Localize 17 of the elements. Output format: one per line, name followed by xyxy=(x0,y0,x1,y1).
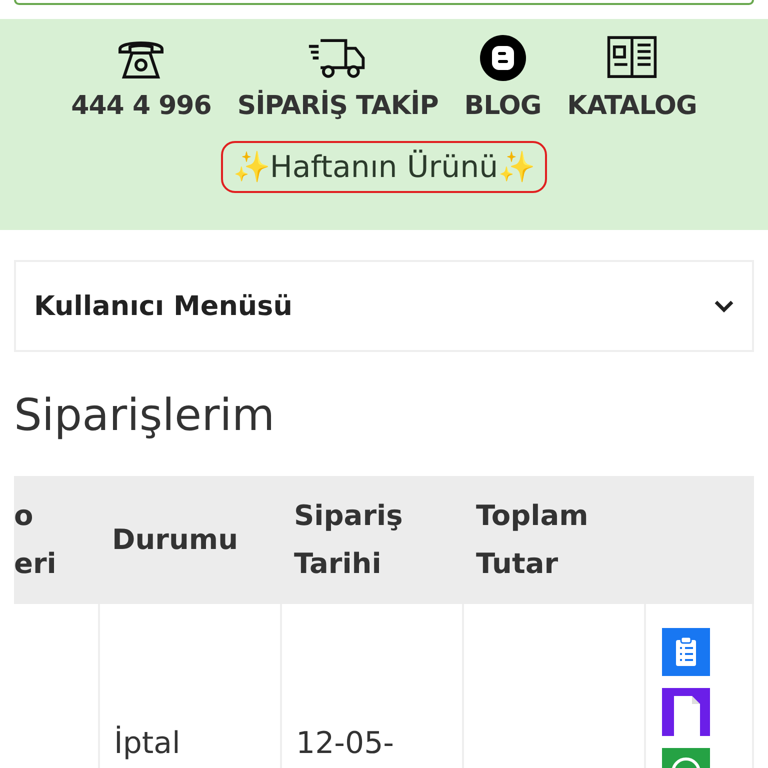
user-menu-title: Kullanıcı Menüsü xyxy=(34,290,292,322)
quick-link[interactable]: SİPARİŞ TAKİP xyxy=(237,33,438,121)
column-header: Sipariş Tarihi xyxy=(294,498,403,582)
page-title: Siparişlerim xyxy=(14,390,276,443)
column-header: Toplam Tutar xyxy=(476,498,588,582)
quick-link[interactable]: 444 4 996 xyxy=(71,33,212,121)
column-header: Durumu xyxy=(112,522,238,558)
quick-link[interactable]: KATALOG xyxy=(567,33,697,121)
table-cell: İptal xyxy=(114,726,180,761)
quick-link[interactable]: BLOG xyxy=(464,33,542,121)
column-header: o eri xyxy=(14,498,56,582)
clipboard-list-icon[interactable] xyxy=(662,628,710,676)
chevron-icon xyxy=(714,299,734,313)
user-menu-accordion[interactable]: Kullanıcı Menüsü xyxy=(14,260,754,352)
weekly-product-button[interactable]: ✨Haftanın Ürünü✨ xyxy=(220,141,548,193)
document-icon[interactable] xyxy=(662,688,710,736)
table-cell: 12-05- xyxy=(296,726,394,761)
